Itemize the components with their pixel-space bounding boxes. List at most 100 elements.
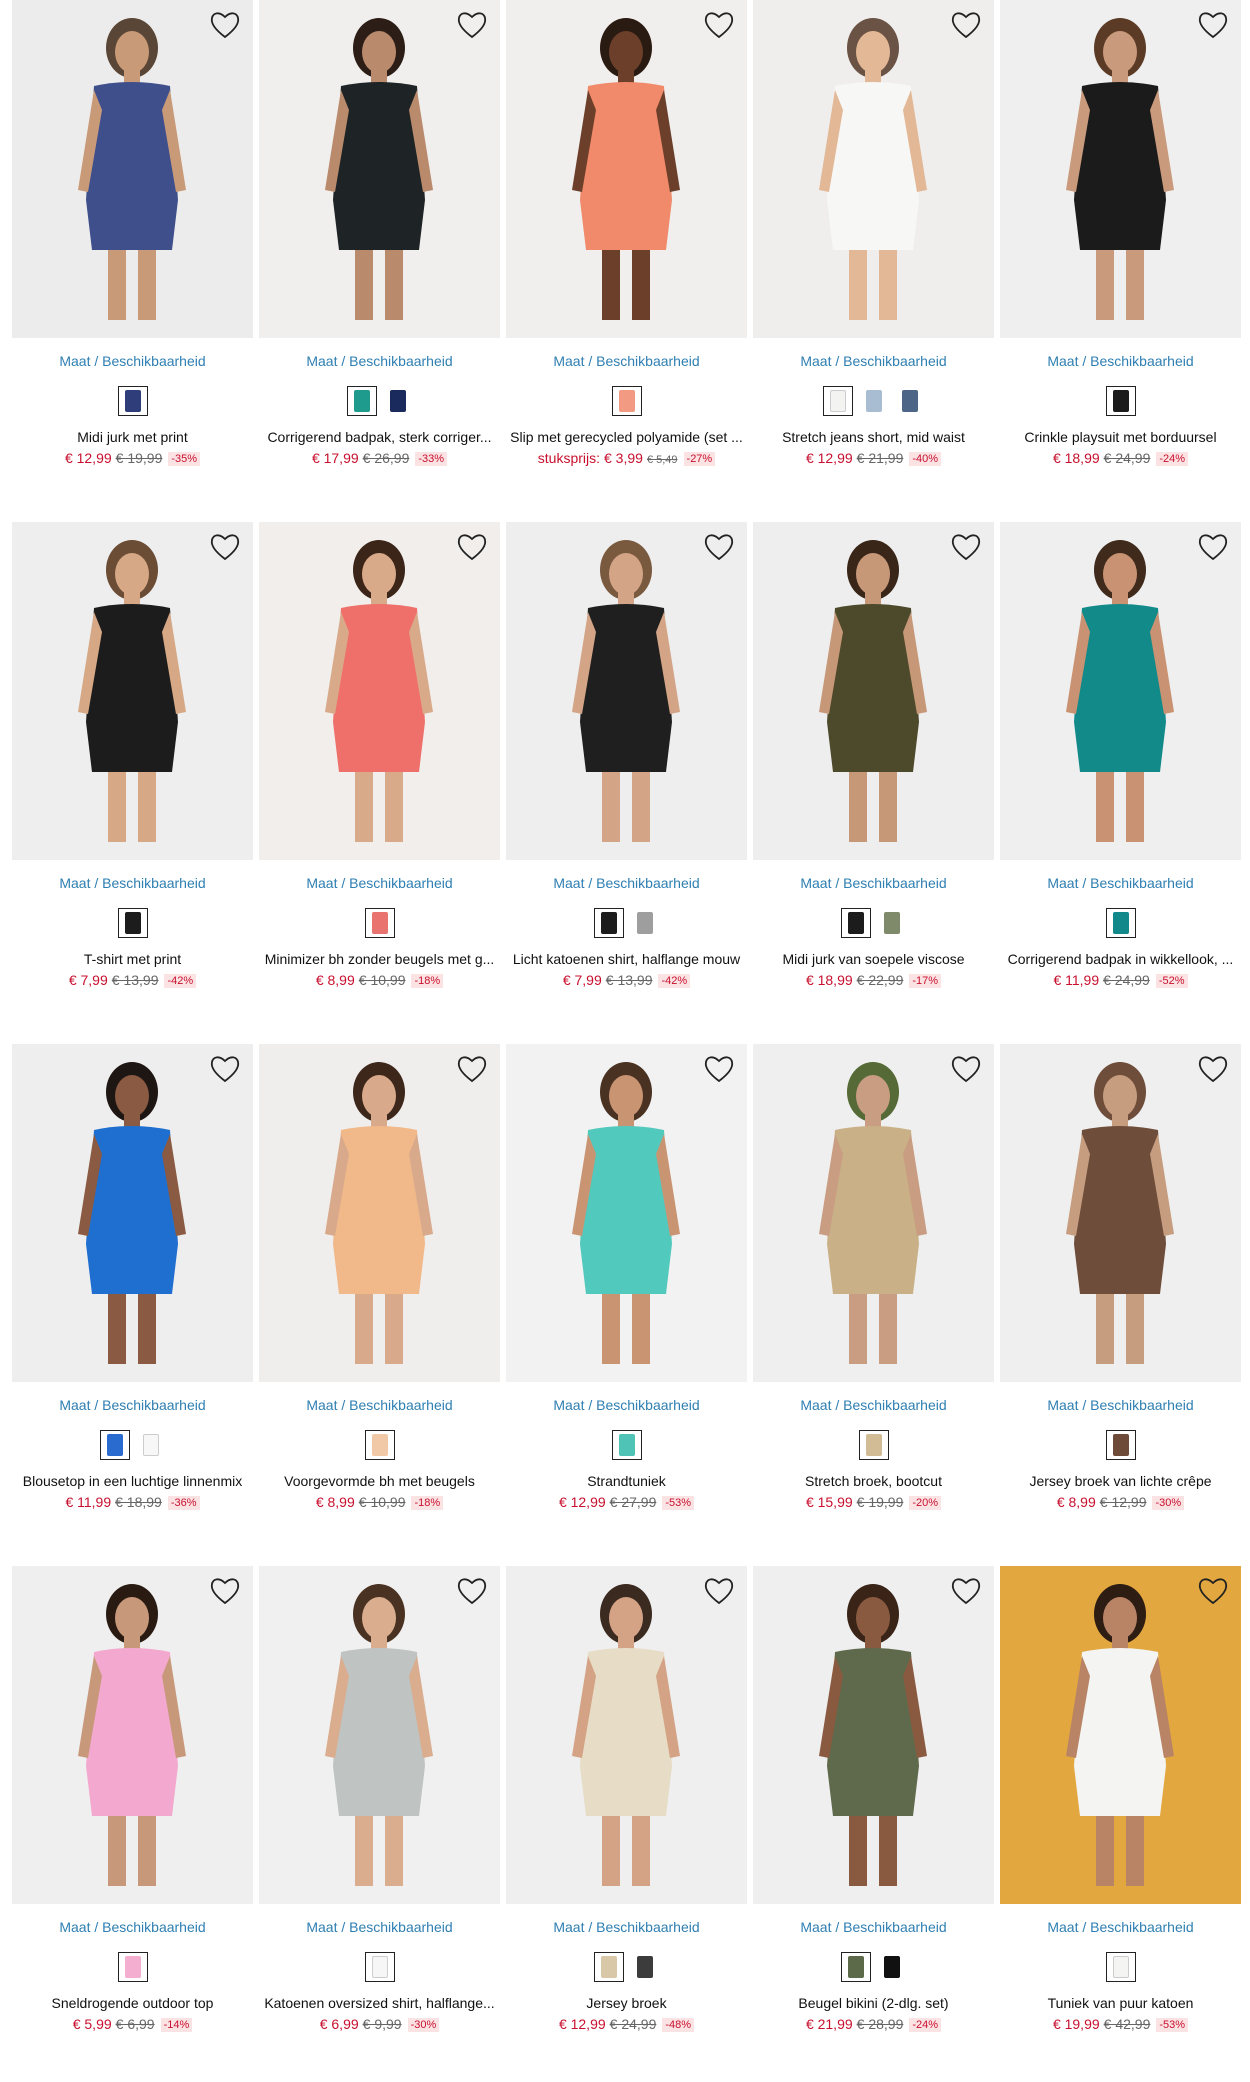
product-image[interactable] xyxy=(259,1044,500,1382)
color-swatch[interactable] xyxy=(1105,1952,1136,1982)
wishlist-heart-icon[interactable] xyxy=(950,1576,982,1606)
color-swatch[interactable] xyxy=(593,908,624,938)
color-swatch[interactable] xyxy=(611,386,642,416)
product-image[interactable] xyxy=(12,0,253,338)
product-title[interactable]: Blousetop in een luchtige linnenmix xyxy=(12,1472,253,1490)
wishlist-heart-icon[interactable] xyxy=(950,1054,982,1084)
product-card[interactable]: Maat / Beschikbaarheid Slip met gerecycl… xyxy=(506,0,747,469)
product-image[interactable] xyxy=(753,1044,994,1382)
color-swatch[interactable] xyxy=(630,908,660,938)
color-swatch[interactable] xyxy=(99,1430,130,1460)
product-title[interactable]: Sneldrogende outdoor top xyxy=(12,1994,253,2012)
color-swatch[interactable] xyxy=(895,386,925,416)
color-swatch[interactable] xyxy=(364,1430,395,1460)
wishlist-heart-icon[interactable] xyxy=(456,10,488,40)
color-swatch[interactable] xyxy=(117,908,148,938)
size-availability-link[interactable]: Maat / Beschikbaarheid xyxy=(1000,352,1241,370)
size-availability-link[interactable]: Maat / Beschikbaarheid xyxy=(259,1918,500,1936)
color-swatch[interactable] xyxy=(593,1952,624,1982)
color-swatch[interactable] xyxy=(364,908,395,938)
product-title[interactable]: Licht katoenen shirt, halflange mouw xyxy=(506,950,747,968)
wishlist-heart-icon[interactable] xyxy=(209,1576,241,1606)
color-swatch[interactable] xyxy=(840,908,871,938)
product-card[interactable]: Maat / Beschikbaarheid Tuniek van puur k… xyxy=(1000,1566,1241,2033)
product-image[interactable] xyxy=(753,522,994,860)
wishlist-heart-icon[interactable] xyxy=(209,532,241,562)
product-title[interactable]: Jersey broek van lichte crêpe xyxy=(1000,1472,1241,1490)
product-card[interactable]: Maat / Beschikbaarheid Blousetop in een … xyxy=(12,1044,253,1511)
color-swatch[interactable] xyxy=(1105,908,1136,938)
product-card[interactable]: Maat / Beschikbaarheid Katoenen oversize… xyxy=(259,1566,500,2033)
wishlist-heart-icon[interactable] xyxy=(703,1054,735,1084)
size-availability-link[interactable]: Maat / Beschikbaarheid xyxy=(753,1396,994,1414)
wishlist-heart-icon[interactable] xyxy=(456,1576,488,1606)
product-card[interactable]: Maat / Beschikbaarheid Corrigerend badpa… xyxy=(259,0,500,467)
product-image[interactable] xyxy=(1000,522,1241,860)
product-title[interactable]: Corrigerend badpak, sterk corriger... xyxy=(259,428,500,446)
color-swatch[interactable] xyxy=(611,1430,642,1460)
product-card[interactable]: Maat / Beschikbaarheid Licht katoenen sh… xyxy=(506,522,747,989)
wishlist-heart-icon[interactable] xyxy=(703,10,735,40)
product-card[interactable]: Maat / Beschikbaarheid Jersey broek € 12… xyxy=(506,1566,747,2033)
size-availability-link[interactable]: Maat / Beschikbaarheid xyxy=(753,1918,994,1936)
size-availability-link[interactable]: Maat / Beschikbaarheid xyxy=(506,352,747,370)
product-image[interactable] xyxy=(506,1566,747,1904)
color-swatch[interactable] xyxy=(1105,1430,1136,1460)
size-availability-link[interactable]: Maat / Beschikbaarheid xyxy=(259,352,500,370)
product-card[interactable]: Maat / Beschikbaarheid Crinkle playsuit … xyxy=(1000,0,1241,467)
product-title[interactable]: Strandtuniek xyxy=(506,1472,747,1490)
product-title[interactable]: Crinkle playsuit met borduursel xyxy=(1000,428,1241,446)
product-image[interactable] xyxy=(1000,1044,1241,1382)
size-availability-link[interactable]: Maat / Beschikbaarheid xyxy=(1000,1918,1241,1936)
product-card[interactable]: Maat / Beschikbaarheid Sneldrogende outd… xyxy=(12,1566,253,2033)
product-image[interactable] xyxy=(1000,0,1241,338)
color-swatch[interactable] xyxy=(117,1952,148,1982)
product-card[interactable]: Maat / Beschikbaarheid Voorgevormde bh m… xyxy=(259,1044,500,1511)
size-availability-link[interactable]: Maat / Beschikbaarheid xyxy=(1000,1396,1241,1414)
product-image[interactable] xyxy=(12,522,253,860)
product-card[interactable]: Maat / Beschikbaarheid Midi jurk met pri… xyxy=(12,0,253,467)
product-title[interactable]: Jersey broek xyxy=(506,1994,747,2012)
size-availability-link[interactable]: Maat / Beschikbaarheid xyxy=(259,1396,500,1414)
size-availability-link[interactable]: Maat / Beschikbaarheid xyxy=(753,874,994,892)
wishlist-heart-icon[interactable] xyxy=(950,532,982,562)
color-swatch[interactable] xyxy=(822,386,853,416)
color-swatch[interactable] xyxy=(877,908,907,938)
product-image[interactable] xyxy=(506,0,747,338)
product-image[interactable] xyxy=(753,1566,994,1904)
wishlist-heart-icon[interactable] xyxy=(1197,1576,1229,1606)
color-swatch[interactable] xyxy=(840,1952,871,1982)
wishlist-heart-icon[interactable] xyxy=(209,1054,241,1084)
wishlist-heart-icon[interactable] xyxy=(1197,10,1229,40)
color-swatch[interactable] xyxy=(383,386,413,416)
size-availability-link[interactable]: Maat / Beschikbaarheid xyxy=(12,1918,253,1936)
product-card[interactable]: Maat / Beschikbaarheid Beugel bikini (2-… xyxy=(753,1566,994,2033)
product-image[interactable] xyxy=(506,522,747,860)
product-title[interactable]: Katoenen oversized shirt, halflange... xyxy=(259,1994,500,2012)
color-swatch[interactable] xyxy=(364,1952,395,1982)
wishlist-heart-icon[interactable] xyxy=(1197,1054,1229,1084)
wishlist-heart-icon[interactable] xyxy=(703,532,735,562)
product-title[interactable]: Voorgevormde bh met beugels xyxy=(259,1472,500,1490)
product-title[interactable]: Tuniek van puur katoen xyxy=(1000,1994,1241,2012)
product-image[interactable] xyxy=(12,1566,253,1904)
color-swatch[interactable] xyxy=(859,386,889,416)
product-image[interactable] xyxy=(506,1044,747,1382)
color-swatch[interactable] xyxy=(117,386,148,416)
product-title[interactable]: Midi jurk van soepele viscose xyxy=(753,950,994,968)
size-availability-link[interactable]: Maat / Beschikbaarheid xyxy=(506,1918,747,1936)
wishlist-heart-icon[interactable] xyxy=(950,10,982,40)
size-availability-link[interactable]: Maat / Beschikbaarheid xyxy=(506,874,747,892)
color-swatch[interactable] xyxy=(858,1430,889,1460)
color-swatch[interactable] xyxy=(136,1430,166,1460)
product-image[interactable] xyxy=(12,1044,253,1382)
product-card[interactable]: Maat / Beschikbaarheid Stretch jeans sho… xyxy=(753,0,994,467)
size-availability-link[interactable]: Maat / Beschikbaarheid xyxy=(12,1396,253,1414)
size-availability-link[interactable]: Maat / Beschikbaarheid xyxy=(12,352,253,370)
product-title[interactable]: Midi jurk met print xyxy=(12,428,253,446)
size-availability-link[interactable]: Maat / Beschikbaarheid xyxy=(12,874,253,892)
product-card[interactable]: Maat / Beschikbaarheid Minimizer bh zond… xyxy=(259,522,500,989)
product-title[interactable]: T-shirt met print xyxy=(12,950,253,968)
wishlist-heart-icon[interactable] xyxy=(1197,532,1229,562)
wishlist-heart-icon[interactable] xyxy=(456,532,488,562)
